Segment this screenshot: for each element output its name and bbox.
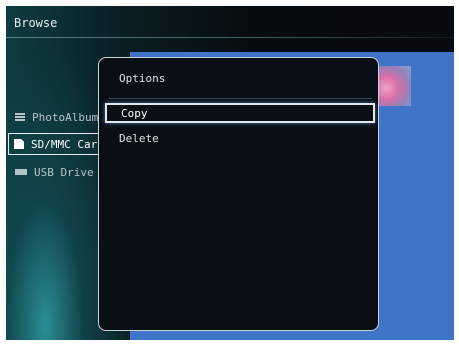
dialog-title: Options: [119, 72, 166, 85]
browse-screen: Browse PhotoAlbum SD/MMC Card USB Drive …: [6, 6, 454, 340]
usb-drive-icon: [15, 169, 27, 175]
header-bar: Browse: [6, 6, 454, 38]
sidebar-item-label: PhotoAlbum: [32, 110, 99, 124]
dialog-divider: [109, 98, 372, 99]
sidebar-item-label: SD/MMC Card: [31, 137, 104, 151]
option-copy[interactable]: Copy: [105, 103, 375, 123]
option-delete[interactable]: Delete: [105, 130, 375, 150]
sidebar-item-label: USB Drive: [34, 165, 94, 179]
memory-card-icon: [14, 139, 24, 149]
page-title: Browse: [14, 16, 58, 30]
options-dialog: Options Copy Delete: [98, 57, 379, 331]
list-icon: [15, 112, 25, 122]
